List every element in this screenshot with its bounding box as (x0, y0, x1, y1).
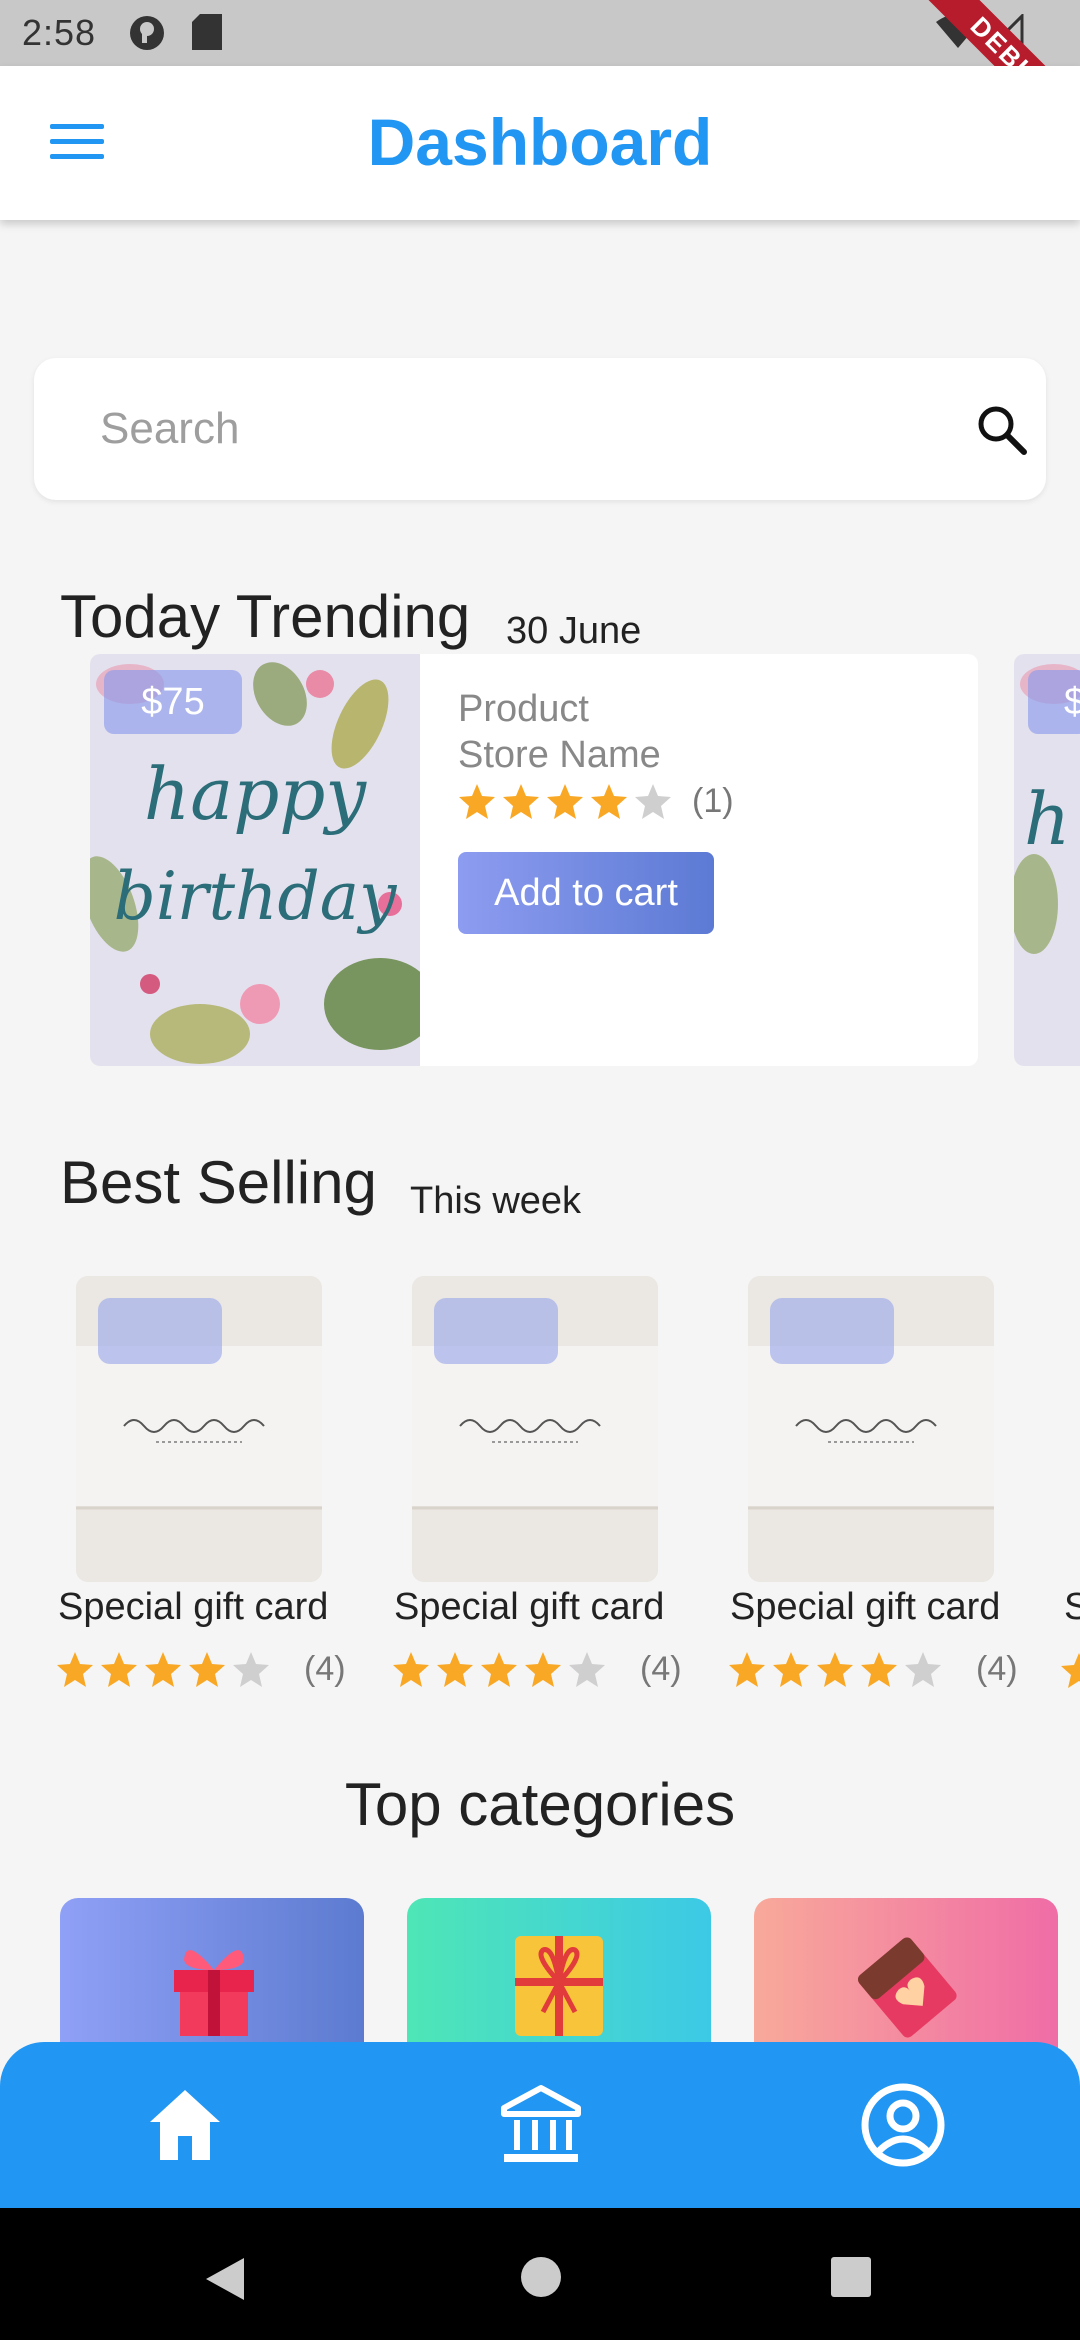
rating-count: (4) (304, 1650, 346, 1688)
star-icon (101, 1651, 137, 1687)
best-selling-partial-label: S (1064, 1586, 1080, 1628)
status-time: 2:58 (22, 12, 97, 53)
bottom-nav (0, 2042, 1080, 2208)
rating-row: (4) (728, 1650, 1018, 1689)
trending-date: 30 June (506, 610, 642, 652)
star-icon (393, 1651, 429, 1687)
search-input[interactable] (100, 396, 900, 462)
account-icon[interactable] (858, 2080, 948, 2170)
star-icon (773, 1651, 809, 1687)
star-rating (56, 1651, 276, 1689)
star-icon (525, 1651, 561, 1687)
svg-text:happy: happy (144, 752, 367, 836)
home-icon[interactable] (140, 2080, 230, 2170)
star-icon (459, 783, 495, 819)
rating-count: (1) (692, 782, 734, 820)
trending-card[interactable]: happy birthday $75 Product Store Name (1… (90, 654, 978, 1066)
notification-icon (130, 16, 164, 50)
star-icon (503, 783, 539, 819)
star-icon (233, 1651, 269, 1687)
product-name: Product (458, 688, 589, 730)
star-rating (392, 1651, 612, 1689)
page-title: Dashboard (367, 105, 713, 179)
star-rating (458, 783, 678, 821)
star-icon (729, 1651, 765, 1687)
gift-box-icon (174, 1950, 254, 2036)
star-icon (861, 1651, 897, 1687)
search-bar (34, 358, 1046, 500)
price-badge (434, 1298, 558, 1364)
star-icon (591, 783, 627, 819)
status-bar: 2:58 DEBUG (0, 0, 1080, 163)
star-icon (437, 1651, 473, 1687)
chocolate-icon (857, 1937, 957, 2038)
rating-row: (1) (458, 782, 734, 821)
rating-row: (4) (56, 1650, 346, 1689)
back-icon[interactable] (204, 2256, 246, 2302)
price-badge: $75 (104, 670, 242, 734)
sd-card-icon (192, 14, 222, 50)
star-rating (728, 1651, 948, 1689)
system-nav-bar (0, 2208, 1080, 2340)
app-bar: Dashboard (0, 66, 1080, 220)
rating-row: (4) (392, 1650, 682, 1689)
price-badge (98, 1298, 222, 1364)
svg-text:birthday: birthday (114, 858, 398, 935)
add-to-cart-button[interactable]: Add to cart (458, 852, 714, 934)
gift-ribbon-icon (515, 1936, 603, 2036)
best-selling-card[interactable] (412, 1276, 658, 1582)
star-icon (481, 1651, 517, 1687)
rating-count: (4) (640, 1650, 682, 1688)
trending-title: Today Trending (60, 583, 471, 650)
star-icon (817, 1651, 853, 1687)
price-badge: $ (1028, 670, 1080, 734)
star-icon (189, 1651, 225, 1687)
star-icon (569, 1651, 605, 1687)
best-selling-label: Special gift card (58, 1586, 329, 1628)
search-icon[interactable] (974, 402, 1030, 458)
best-selling-subtitle: This week (410, 1180, 582, 1222)
star-icon (1061, 1653, 1080, 1688)
star-icon (635, 783, 671, 819)
best-selling-title: Best Selling (60, 1149, 377, 1216)
svg-text:h: h (1024, 777, 1070, 861)
star-icon (547, 783, 583, 819)
top-categories-title: Top categories (344, 1771, 736, 1838)
price-badge (770, 1298, 894, 1364)
best-selling-label: Special gift card (394, 1586, 665, 1628)
recents-icon[interactable] (830, 2256, 872, 2298)
rating-count: (4) (976, 1650, 1018, 1688)
best-selling-card[interactable] (748, 1276, 994, 1582)
bank-icon[interactable] (496, 2080, 586, 2170)
star-icon (57, 1651, 93, 1687)
home-button-icon[interactable] (520, 2256, 562, 2298)
best-selling-card[interactable] (76, 1276, 322, 1582)
store-name: Store Name (458, 734, 661, 776)
star-icon (145, 1651, 181, 1687)
trending-card-next[interactable]: h $ (1014, 654, 1080, 1066)
best-selling-label: Special gift card (730, 1586, 1001, 1628)
star-icon (905, 1651, 941, 1687)
